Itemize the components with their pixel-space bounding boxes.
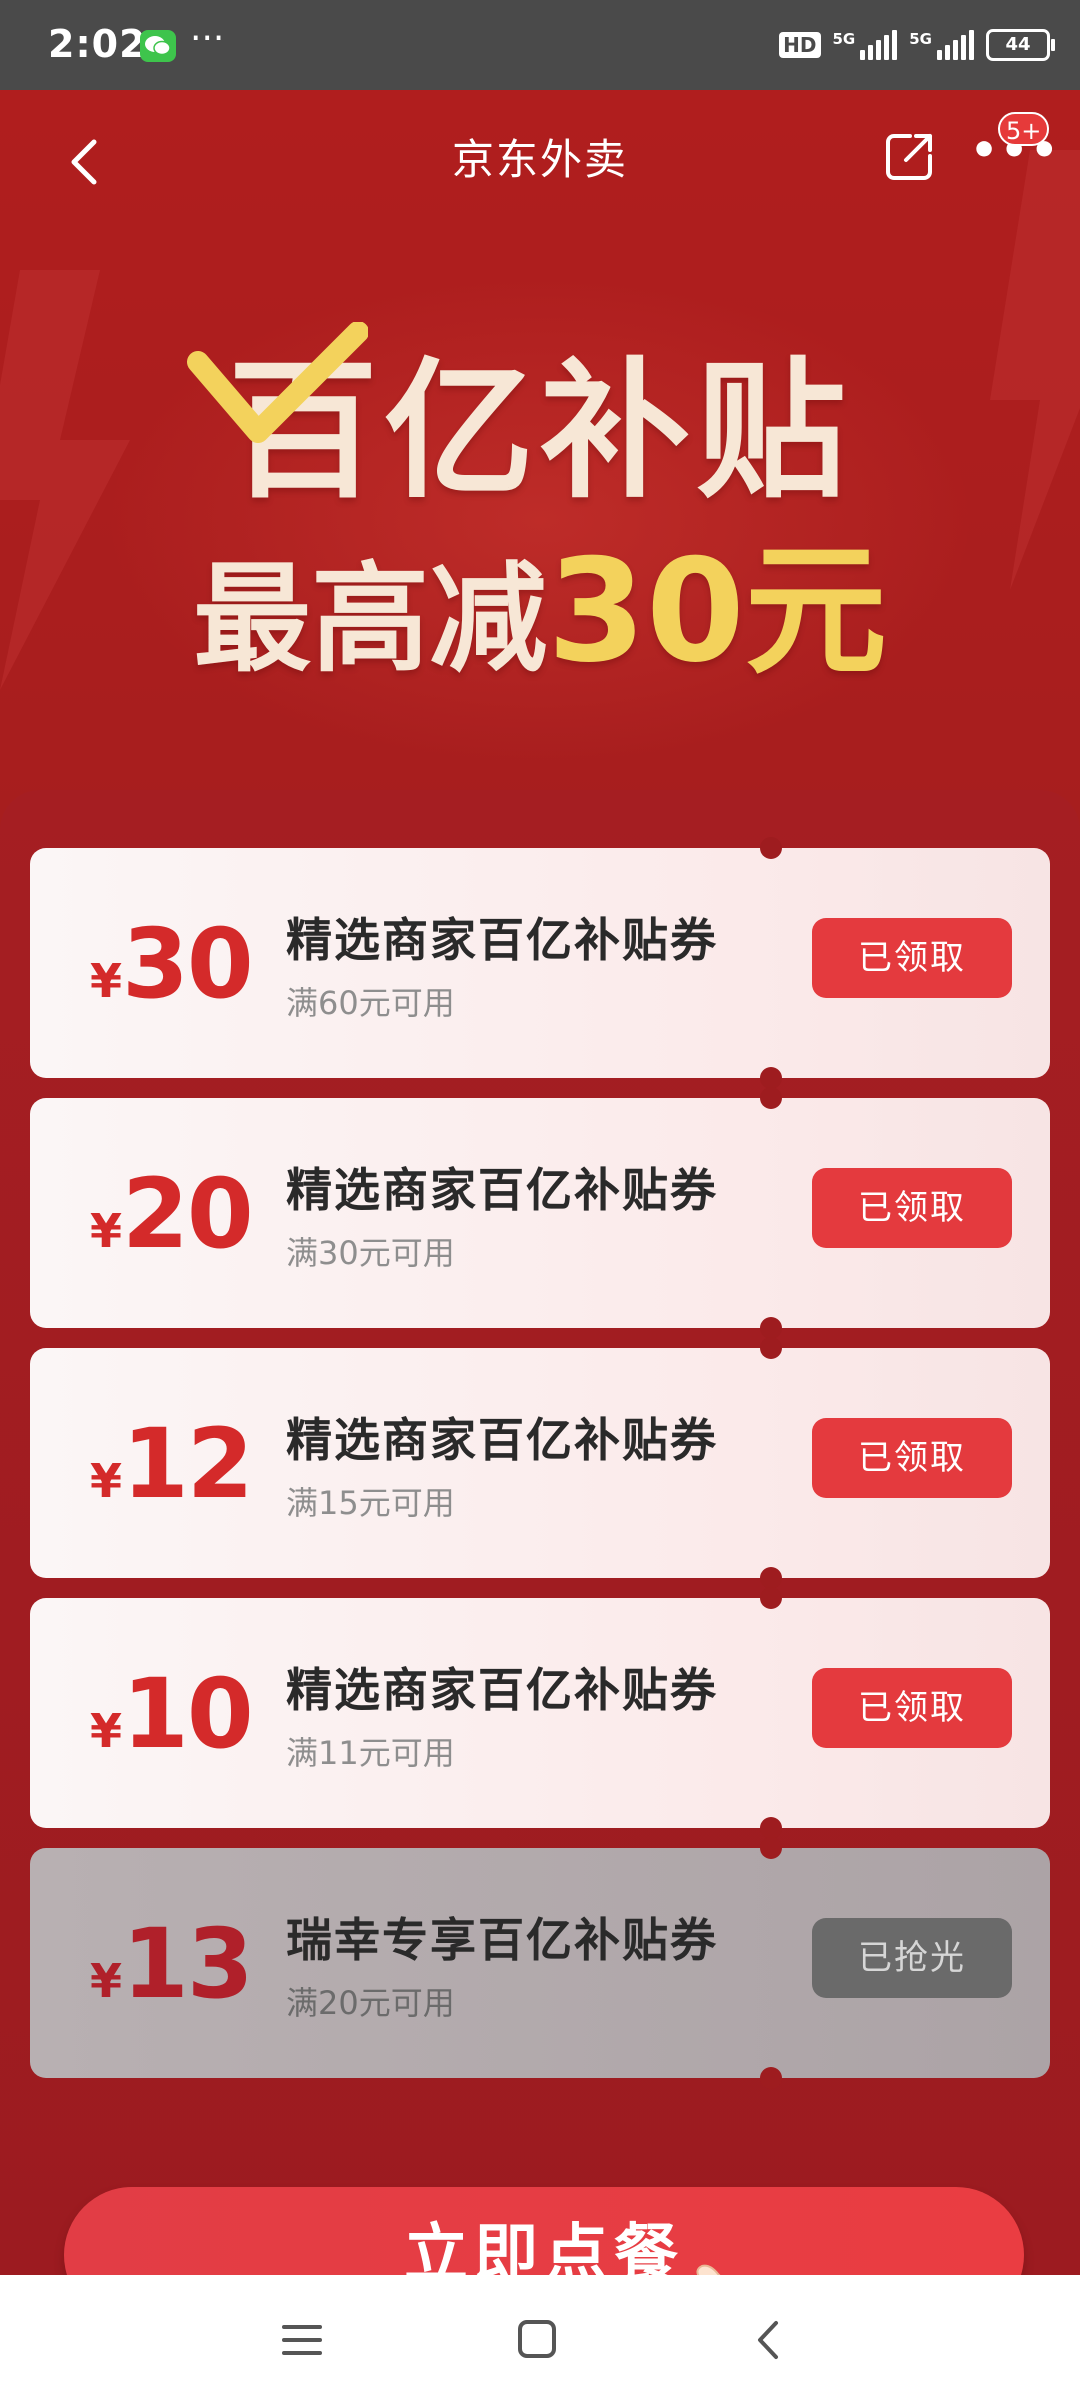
coupon-condition: 满20元可用 — [286, 1984, 455, 2022]
sold-out-button: 已抢光 — [812, 1918, 1012, 1998]
coupon-value: 13 — [122, 1908, 254, 2020]
coupon-card-sold-out: ¥13 瑞幸专享百亿补贴券 满20元可用 已抢光 — [30, 1837, 1050, 2089]
coupon-card: ¥30 精选商家百亿补贴券 满60元可用 已领取 — [30, 837, 1050, 1089]
status-bar: 2:02 ··· HD 5G 5G 44 — [0, 0, 1080, 90]
pointing-hand-icon — [696, 2264, 721, 2275]
coupon-notch — [760, 1837, 782, 1859]
coupon-notch — [760, 1067, 782, 1089]
coupon-notch — [760, 1817, 782, 1839]
currency-symbol: ¥ — [90, 954, 123, 1008]
claimed-button[interactable]: 已领取 — [812, 1418, 1012, 1498]
coupon-title: 精选商家百亿补贴券 — [286, 1413, 718, 1467]
coupon-condition: 满60元可用 — [286, 984, 455, 1022]
coupon-notch — [760, 1567, 782, 1589]
coupon-notch — [760, 2067, 782, 2089]
coupon-title: 精选商家百亿补贴券 — [286, 1163, 718, 1217]
status-time: 2:02 — [48, 22, 147, 66]
promo-page: 京东外卖 ••• 5+ 百亿补贴 最高减30元 ¥30 精选商家百亿补贴券 满6… — [0, 90, 1080, 2275]
coupon-amount: ¥20 — [90, 1158, 254, 1270]
claimed-button[interactable]: 已领取 — [812, 1668, 1012, 1748]
check-mark-icon — [187, 322, 368, 443]
system-navigation-bar — [0, 2275, 1080, 2400]
currency-symbol: ¥ — [90, 1454, 123, 1508]
coupon-card: ¥20 精选商家百亿补贴券 满30元可用 已领取 — [30, 1087, 1050, 1339]
headline-max-prefix: 最高减 — [193, 550, 548, 688]
signal-strength-icon-2: 5G — [909, 30, 974, 60]
claimed-button[interactable]: 已领取 — [812, 918, 1012, 998]
notification-badge: 5+ — [998, 112, 1050, 146]
currency-symbol: ¥ — [90, 1704, 123, 1758]
coupon-value: 20 — [122, 1158, 254, 1270]
share-icon[interactable] — [880, 128, 938, 186]
coupon-title: 瑞幸专享百亿补贴券 — [286, 1913, 718, 1967]
battery-icon: 44 — [986, 29, 1055, 61]
coupon-title: 精选商家百亿补贴券 — [286, 913, 718, 967]
claimed-button[interactable]: 已领取 — [812, 1168, 1012, 1248]
coupon-card: ¥12 精选商家百亿补贴券 满15元可用 已领取 — [30, 1337, 1050, 1589]
currency-symbol: ¥ — [90, 1204, 123, 1258]
signal-type-label: 5G — [832, 30, 856, 48]
coupon-value: 30 — [122, 908, 254, 1020]
coupon-condition: 满30元可用 — [286, 1234, 455, 1272]
system-back-icon[interactable] — [740, 2315, 800, 2365]
headline-max-discount: 最高减30元 — [0, 495, 1080, 701]
coupon-title: 精选商家百亿补贴券 — [286, 1663, 718, 1717]
coupon-value: 10 — [122, 1658, 254, 1770]
coupon-notch — [760, 1087, 782, 1109]
coupon-notch — [760, 1587, 782, 1609]
headline-max-amount: 30元 — [547, 529, 887, 694]
coupon-amount: ¥30 — [90, 908, 254, 1020]
coupon-condition: 满11元可用 — [286, 1734, 455, 1772]
coupon-amount: ¥13 — [90, 1908, 254, 2020]
coupon-notch — [760, 837, 782, 859]
menu-icon[interactable] — [272, 2315, 332, 2365]
coupon-notch — [760, 1317, 782, 1339]
wechat-notification-icon — [140, 30, 176, 62]
coupon-amount: ¥12 — [90, 1408, 254, 1520]
currency-symbol: ¥ — [90, 1954, 123, 2008]
coupon-notch — [760, 1337, 782, 1359]
coupon-card: ¥10 精选商家百亿补贴券 满11元可用 已领取 — [30, 1587, 1050, 1839]
status-indicators: HD 5G 5G 44 — [779, 22, 1055, 68]
coupon-value: 12 — [122, 1408, 254, 1520]
signal-strength-icon: 5G — [833, 30, 898, 60]
home-square-icon[interactable] — [506, 2315, 566, 2365]
status-more-dots: ··· — [190, 18, 225, 59]
hd-voice-badge: HD — [779, 32, 821, 58]
signal-type-label-2: 5G — [909, 30, 932, 48]
coupon-condition: 满15元可用 — [286, 1484, 455, 1522]
coupon-amount: ¥10 — [90, 1658, 254, 1770]
order-now-button[interactable]: 立即点餐 — [64, 2187, 1024, 2275]
